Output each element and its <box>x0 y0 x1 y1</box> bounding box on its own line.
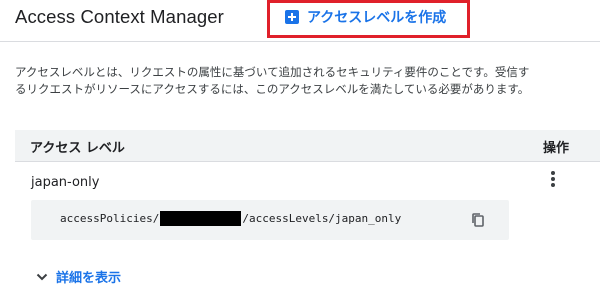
more-vert-icon[interactable] <box>546 170 560 188</box>
show-details-label: 詳細を表示 <box>56 271 122 286</box>
page-description: アクセスレベルとは、リクエストの属性に基づいて追加されるセキュリティ要件のことで… <box>15 65 530 96</box>
path-suffix: /accessLevels/japan_only <box>242 212 402 225</box>
access-level-name: japan-only <box>31 175 100 190</box>
chevron-down-icon <box>36 273 48 280</box>
create-access-level-label: アクセスレベルを作成 <box>307 10 447 26</box>
show-details-toggle[interactable]: 詳細を表示 <box>36 267 121 286</box>
redacted-policy-id <box>160 211 242 226</box>
copy-icon[interactable] <box>470 212 486 228</box>
table-header: アクセス レベル 操作 <box>15 130 600 162</box>
access-level-path-box: accessPolicies/ /accessLevels/japan_only <box>31 200 509 240</box>
path-prefix: accessPolicies/ <box>60 212 160 225</box>
column-header-access-level[interactable]: アクセス レベル <box>30 137 125 156</box>
page-header: Access Context Manager アクセスレベルを作成 <box>0 0 600 42</box>
add-box-icon <box>285 10 299 24</box>
access-level-path: accessPolicies/ /accessLevels/japan_only <box>60 211 401 226</box>
create-access-level-button[interactable]: アクセスレベルを作成 <box>285 6 446 28</box>
app-title: Access Context Manager <box>15 6 224 27</box>
column-header-actions: 操作 <box>543 141 570 156</box>
